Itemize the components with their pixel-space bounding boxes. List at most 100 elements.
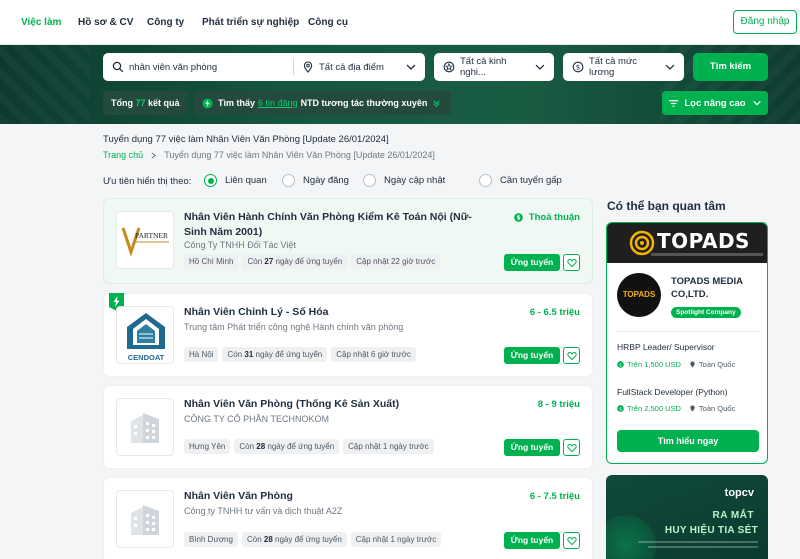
- sort-option-label: Liên quan: [225, 175, 267, 186]
- company-name[interactable]: CÔNG TY CỔ PHẦN TECHNOKOM: [184, 414, 329, 424]
- ad-job-salary: $ Trên 2,500 USD: [617, 404, 681, 413]
- company-name[interactable]: Trung tâm Phát triển công nghệ Hành chín…: [184, 322, 403, 332]
- save-job-button[interactable]: [563, 532, 580, 549]
- salary-select[interactable]: $ Tất cả mức lương: [563, 53, 684, 81]
- search-input[interactable]: nhân viên văn phòng: [129, 62, 217, 73]
- spotlight-badge: Spotlight Company: [671, 307, 741, 318]
- breadcrumb: Trang chủ Tuyển dụng 77 việc làm Nhân Vi…: [103, 150, 435, 160]
- nav-item-tools[interactable]: Công cụ: [308, 17, 348, 28]
- company-logo[interactable]: TOPADS: [617, 273, 661, 317]
- cendoat-logo-icon: CENDOAT: [118, 308, 173, 363]
- save-job-button[interactable]: [563, 254, 580, 271]
- radio[interactable]: [479, 174, 492, 187]
- apply-button[interactable]: Ứng tuyển: [504, 254, 560, 271]
- sidebar-title: Có thể bạn quan tâm: [607, 199, 726, 213]
- company-name[interactable]: TOPADS MEDIA CO,LTD.: [671, 275, 763, 301]
- salary-value: Thoả thuận: [528, 212, 580, 223]
- promo-line2: HUY HIỆU TIA SÉT: [664, 525, 758, 536]
- partner-logo-icon: PARTNER: [121, 227, 169, 257]
- ad-job-location: Toàn Quốc: [689, 404, 735, 413]
- found-employers-pill: Tìm thấy 6 tin đăng NTD tương tác thường…: [194, 91, 452, 115]
- job-tags: Hưng Yên Còn 28 ngày để ứng tuyển Cập nh…: [184, 439, 434, 454]
- chevron-down-icon: [665, 64, 675, 70]
- search-band: nhân viên văn phòng Tất cả địa điểm Tất …: [0, 45, 800, 124]
- salary-value: 8 - 9 triệu: [537, 399, 580, 410]
- location-tag: Hồ Chí Minh: [184, 254, 239, 269]
- job-card[interactable]: PARTNER Nhân Viên Hành Chính Văn Phòng K…: [103, 198, 593, 284]
- page-title: Tuyển dụng 77 việc làm Nhân Viên Văn Phò…: [103, 134, 389, 145]
- job-title[interactable]: Nhân Viên Chỉnh Lý - Số Hóa: [184, 305, 484, 320]
- sponsored-company-card[interactable]: TOPADS TOPADS TOPADS MEDIA CO,LTD. Spotl…: [606, 222, 768, 464]
- heart-icon: [566, 443, 577, 452]
- company-name[interactable]: Công Ty TNHH Đối Tác Việt: [184, 240, 296, 250]
- job-card[interactable]: CENDOAT Nhân Viên Chỉnh Lý - Số Hóa Trun…: [103, 293, 593, 377]
- login-button[interactable]: Đăng nhập: [733, 10, 797, 34]
- ad-banner[interactable]: TOPADS: [607, 223, 767, 263]
- job-card[interactable]: Nhân Viên Văn Phòng Công ty TNHH tư vấn …: [103, 477, 593, 559]
- promo-line1: RA MẮT: [712, 510, 754, 521]
- apply-button[interactable]: Ứng tuyển: [504, 347, 560, 364]
- nav-item-profile-cv[interactable]: Hồ sơ & CV: [78, 17, 133, 28]
- job-title[interactable]: Nhân Viên Hành Chính Văn Phòng Kiểm Kê T…: [184, 210, 484, 240]
- search-bar: nhân viên văn phòng Tất cả địa điểm: [103, 53, 425, 81]
- save-job-button[interactable]: [563, 347, 580, 364]
- nav-item-jobs[interactable]: Việc làm: [21, 17, 61, 28]
- location-tag: Hưng Yên: [184, 439, 231, 454]
- deadline-tag: Còn 31 ngày để ứng tuyển: [222, 347, 328, 362]
- company-logo[interactable]: [116, 490, 174, 548]
- radio[interactable]: [363, 174, 376, 187]
- apply-button[interactable]: Ứng tuyển: [504, 439, 560, 456]
- job-tags: Hồ Chí Minh Còn 27 ngày để ứng tuyển Cập…: [184, 254, 441, 269]
- chevron-down-icon: [752, 100, 761, 106]
- svg-text:PARTNER: PARTNER: [135, 231, 168, 240]
- advanced-filter-button[interactable]: Lọc nâng cao: [662, 91, 768, 115]
- updated-tag: Cập nhật 22 giờ trước: [351, 254, 441, 269]
- promo-banner[interactable]: topcv RA MẮT HUY HIỆU TIA SÉT: [606, 475, 768, 559]
- building-placeholder-icon: [131, 413, 159, 443]
- nav-item-career[interactable]: Phát triển sự nghiệp: [202, 17, 299, 28]
- updated-tag: Cập nhật 1 ngày trước: [343, 439, 434, 454]
- result-suffix: kết quả: [148, 98, 180, 108]
- keyword-field[interactable]: nhân viên văn phòng: [103, 61, 293, 73]
- location-select[interactable]: Tất cả địa điểm: [294, 61, 425, 73]
- company-logo[interactable]: [116, 398, 174, 456]
- job-tags: Hà Nội Còn 31 ngày để ứng tuyển Cập nhật…: [184, 347, 416, 362]
- sort-option-relevant[interactable]: Liên quan: [204, 174, 267, 187]
- found-link[interactable]: 6 tin đăng: [258, 91, 298, 115]
- svg-text:$: $: [619, 406, 622, 412]
- nav-item-companies[interactable]: Công ty: [147, 17, 184, 28]
- svg-text:$: $: [576, 64, 580, 72]
- search-button[interactable]: Tìm kiếm: [693, 53, 768, 81]
- sort-option-date-posted[interactable]: Ngày đăng: [282, 174, 349, 187]
- result-count: 77: [135, 98, 146, 108]
- ad-job-title[interactable]: HRBP Leader/ Supervisor: [617, 342, 715, 352]
- heart-icon: [566, 351, 577, 360]
- company-logo[interactable]: PARTNER: [116, 211, 174, 269]
- location-pin-icon: [690, 361, 695, 368]
- sort-option-urgent[interactable]: Cần tuyển gấp: [479, 174, 562, 187]
- filter-icon: [669, 99, 679, 107]
- experience-select[interactable]: Tất cả kinh nghi...: [434, 53, 554, 81]
- company-name[interactable]: Công ty TNHH tư vấn và dịch thuật A2Z: [184, 506, 342, 516]
- sort-option-date-updated[interactable]: Ngày cập nhật: [363, 174, 445, 187]
- save-job-button[interactable]: [563, 439, 580, 456]
- location-pin-icon: [303, 61, 313, 73]
- job-title[interactable]: Nhân Viên Văn Phòng (Thống Kê Sản Xuất): [184, 397, 484, 412]
- double-chevron-down-icon[interactable]: [432, 99, 441, 108]
- learn-more-button[interactable]: Tìm hiểu ngay: [617, 430, 759, 452]
- job-card[interactable]: Nhân Viên Văn Phòng (Thống Kê Sản Xuất) …: [103, 385, 593, 469]
- salary-value: 6 - 6.5 triệu: [529, 307, 580, 318]
- svg-text:$: $: [516, 216, 520, 222]
- deadline-tag: Còn 28 ngày để ứng tuyển: [241, 532, 347, 547]
- radio-selected[interactable]: [204, 174, 217, 187]
- divider: [617, 331, 759, 332]
- ad-banner-brand: TOPADS: [657, 229, 750, 253]
- ad-job-salary: $ Trên 1,500 USD: [617, 360, 681, 369]
- radio[interactable]: [282, 174, 295, 187]
- job-title[interactable]: Nhân Viên Văn Phòng: [184, 489, 484, 504]
- company-logo[interactable]: CENDOAT: [116, 306, 174, 364]
- apply-button[interactable]: Ứng tuyển: [504, 532, 560, 549]
- breadcrumb-home-link[interactable]: Trang chủ: [103, 150, 143, 160]
- ad-job-title[interactable]: FullStack Developer (Python): [617, 387, 728, 397]
- salary: 6 - 7.5 triệu: [530, 491, 580, 502]
